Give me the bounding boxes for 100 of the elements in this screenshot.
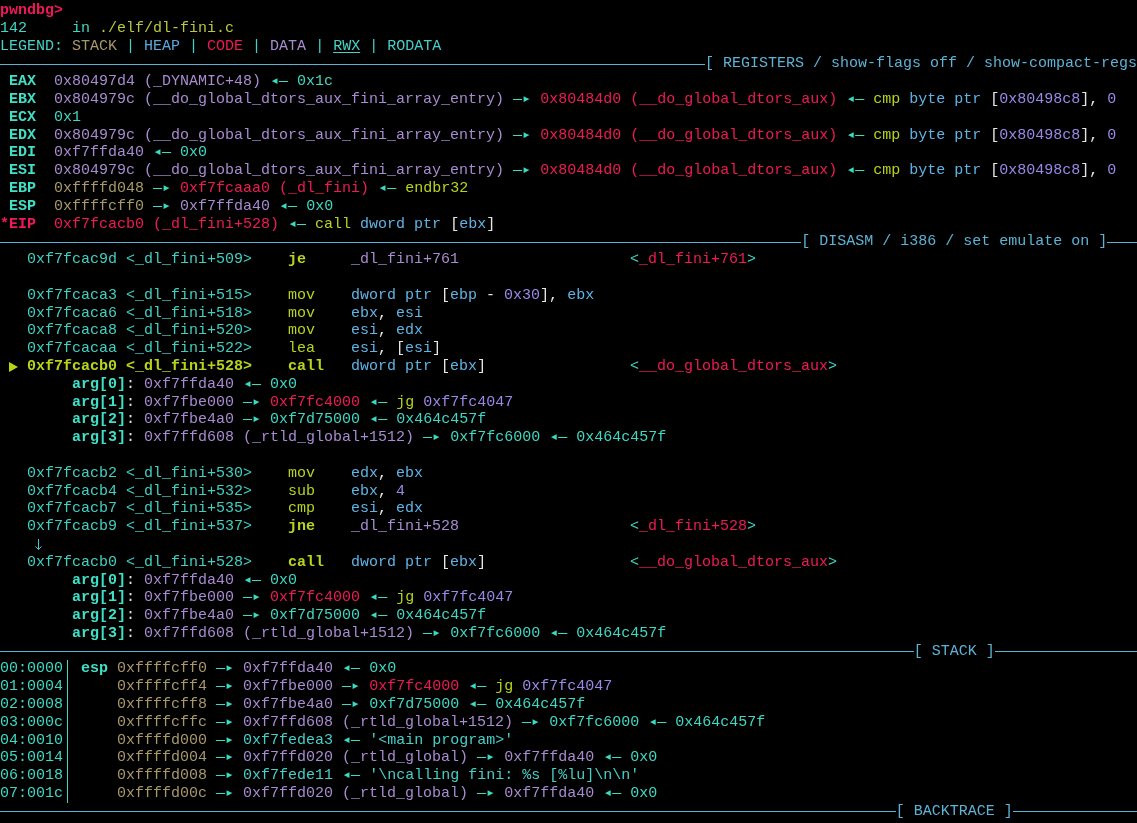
instruction-mnemonic: sub	[288, 482, 316, 501]
instruction-operands: _dl_fini+761	[351, 251, 460, 269]
register-value: 0x80497d4 (_DYNAMIC+48) ◂— 0x1c	[54, 73, 334, 91]
instruction-operands: esi, edx	[351, 500, 424, 519]
instruction-mnemonic: jne	[288, 518, 316, 536]
instruction-mnemonic: mov	[288, 286, 316, 305]
stack-entry: 0xffffcff4 —▸ 0xf7fbe000 —▸ 0xf7fc4000 ◂— jg 0xf7fc4047	[117, 678, 613, 697]
stack-offset: 03:000c	[0, 713, 63, 732]
register-value: 0xffffd048 —▸ 0xf7fcaaa0 (_dl_fini) ◂— endbr32	[54, 179, 469, 198]
instruction-address: 0xf7fcaca6	[27, 304, 117, 323]
register-value: 0x1	[54, 108, 81, 127]
call-argument: arg[3]: 0xf7ffd608 (_rtld_global+1512) —▸ 0xf7fc6000 ◂— 0x464c457f	[72, 429, 667, 447]
instruction-operands: esi, edx	[351, 322, 424, 341]
register-value: 0x804979c (__do_global_dtors_aux_fini_array_entry) —▸ 0x80484d0 (__do_global_dtors_aux) ◂— cmp byte ptr [0x80498c8], 0	[54, 91, 1117, 109]
instruction-address: 0xf7fcacb9	[27, 518, 117, 536]
stack-offset: 00:0000	[0, 660, 63, 679]
instruction-mnemonic: mov	[288, 322, 316, 341]
instruction-address: 0xf7fcacb2	[27, 464, 117, 483]
stack-register: esp	[81, 660, 108, 679]
register-value: 0xf7ffda40 ◂— 0x0	[54, 144, 208, 163]
instruction-mnemonic: call	[288, 357, 325, 376]
call-argument: arg[2]: 0xf7fbe4a0 —▸ 0xf7d75000 ◂— 0x464c457f	[72, 607, 487, 625]
call-argument: arg[2]: 0xf7fbe4a0 —▸ 0xf7d75000 ◂— 0x464c457f	[72, 411, 487, 430]
register-name: EAX	[9, 73, 36, 91]
instruction-mnemonic: je	[288, 251, 307, 269]
instruction-symbol: <_dl_fini+522>	[126, 340, 253, 358]
instruction-symbol: <_dl_fini+530>	[126, 464, 253, 483]
branch-target: <_dl_fini+528>	[630, 518, 757, 536]
instruction-address: 0xf7fcacb0	[27, 357, 117, 376]
instruction-symbol: <_dl_fini+535>	[126, 500, 253, 519]
section-title: [ BACKTRACE ]	[895, 802, 1013, 821]
instruction-symbol: <_dl_fini+528>	[126, 357, 253, 376]
branch-target: <__do_global_dtors_aux>	[630, 553, 838, 572]
stack-offset: 05:0014	[0, 749, 63, 768]
instruction-mnemonic: cmp	[288, 500, 316, 519]
instruction-symbol: <_dl_fini+537>	[126, 518, 253, 536]
branch-target: <_dl_fini+761>	[630, 251, 757, 269]
call-argument: arg[3]: 0xf7ffd608 (_rtld_global+1512) —▸ 0xf7fc6000 ◂— 0x464c457f	[72, 624, 667, 643]
register-name: EBP	[9, 179, 36, 198]
branch-target: <__do_global_dtors_aux>	[630, 357, 838, 376]
instruction-address: 0xf7fcaca3	[27, 286, 117, 305]
register-value: 0xffffcff0 —▸ 0xf7ffda40 ◂— 0x0	[54, 197, 334, 216]
stack-offset: 02:0008	[0, 696, 63, 714]
instruction-address: 0xf7fcac9d	[27, 251, 117, 269]
register-name: EDX	[9, 126, 36, 145]
down-arrow-icon	[35, 539, 42, 551]
source-line-number: 142	[0, 19, 27, 38]
instruction-mnemonic: mov	[288, 304, 316, 323]
instruction-operands: edx, ebx	[351, 464, 424, 483]
section-title: [ REGISTERS / show-flags off / show-compact-regs	[704, 55, 1137, 74]
instruction-operands: dword ptr [ebp - 0x30], ebx	[351, 286, 595, 305]
instruction-symbol: <_dl_fini+532>	[126, 482, 253, 501]
register-name: ECX	[9, 108, 36, 127]
stack-entry: 0xffffd00c —▸ 0xf7ffd020 (_rtld_global) —▸ 0xf7ffda40 ◂— 0x0	[117, 785, 658, 803]
instruction-operands: ebx, 4	[351, 482, 406, 501]
source-location: in ./elf/dl-fini.c	[72, 19, 235, 38]
instruction-operands: dword ptr [ebx]	[351, 357, 487, 376]
instruction-address: 0xf7fcacb0	[27, 553, 117, 572]
register-name: *EIP	[0, 215, 36, 234]
instruction-symbol: <_dl_fini+528>	[126, 553, 253, 572]
instruction-operands: _dl_fini+528	[351, 518, 460, 536]
instruction-symbol: <_dl_fini+518>	[126, 304, 253, 323]
register-value: 0xf7fcacb0 (_dl_fini+528) ◂— call dword ptr [ebx]	[54, 215, 496, 234]
register-name: ESP	[9, 197, 36, 216]
instruction-mnemonic: call	[288, 553, 325, 572]
instruction-address: 0xf7fcacaa	[27, 340, 117, 358]
stack-offset: 04:0010	[0, 731, 63, 750]
call-argument: arg[0]: 0xf7ffda40 ◂— 0x0	[72, 375, 298, 394]
instruction-address: 0xf7fcaca8	[27, 322, 117, 341]
stack-entry: 0xffffcffc —▸ 0xf7ffd608 (_rtld_global+1512) —▸ 0xf7fc6000 ◂— 0x464c457f	[117, 713, 766, 732]
stack-offset: 06:0018	[0, 767, 63, 786]
stack-offset: 01:0004	[0, 678, 63, 697]
call-argument: arg[0]: 0xf7ffda40 ◂— 0x0	[72, 571, 298, 590]
instruction-operands: dword ptr [ebx]	[351, 553, 487, 572]
section-title: [ STACK ]	[913, 642, 995, 661]
legend-line: LEGEND: STACK | HEAP | CODE | DATA | RWX | RODATA	[0, 37, 442, 56]
instruction-symbol: <_dl_fini+520>	[126, 322, 253, 341]
stack-entry: 0xffffd004 —▸ 0xf7ffd020 (_rtld_global) —▸ 0xf7ffda40 ◂— 0x0	[117, 749, 658, 768]
stack-entry: 0xffffd000 —▸ 0xf7fedea3 ◂— '<main program>'	[117, 731, 514, 750]
instruction-operands: ebx, esi	[351, 304, 424, 323]
register-name: EDI	[9, 144, 36, 163]
register-value: 0x804979c (__do_global_dtors_aux_fini_array_entry) —▸ 0x80484d0 (__do_global_dtors_aux) ◂— cmp byte ptr [0x80498c8], 0	[54, 162, 1117, 180]
register-value: 0x804979c (__do_global_dtors_aux_fini_array_entry) —▸ 0x80484d0 (__do_global_dtors_aux) ◂— cmp byte ptr [0x80498c8], 0	[54, 126, 1117, 145]
register-name: ESI	[9, 162, 36, 180]
instruction-mnemonic: mov	[288, 464, 316, 483]
instruction-operands: esi, [esi]	[351, 340, 442, 358]
instruction-symbol: <_dl_fini+509>	[126, 251, 253, 269]
instruction-address: 0xf7fcacb4	[27, 482, 117, 501]
instruction-symbol: <_dl_fini+515>	[126, 286, 253, 305]
stack-entry: 0xffffcff0 —▸ 0xf7ffda40 ◂— 0x0	[117, 660, 397, 679]
section-title: [ DISASM / i386 / set emulate on ]	[801, 233, 1108, 252]
instruction-address: 0xf7fcacb7	[27, 500, 117, 519]
instruction-mnemonic: lea	[288, 340, 316, 358]
command-prompt: pwndbg>	[0, 2, 63, 20]
call-argument: arg[1]: 0xf7fbe000 —▸ 0xf7fc4000 ◂— jg 0xf7fc4047	[72, 393, 514, 412]
stack-entry: 0xffffcff8 —▸ 0xf7fbe4a0 —▸ 0xf7d75000 ◂— 0x464c457f	[117, 696, 586, 714]
stack-entry: 0xffffd008 —▸ 0xf7fede11 ◂— '\ncalling fini: %s [%lu]\n\n'	[117, 767, 640, 786]
call-argument: arg[1]: 0xf7fbe000 —▸ 0xf7fc4000 ◂— jg 0xf7fc4047	[72, 589, 514, 608]
register-name: EBX	[9, 91, 36, 109]
stack-offset: 07:001c	[0, 785, 63, 803]
